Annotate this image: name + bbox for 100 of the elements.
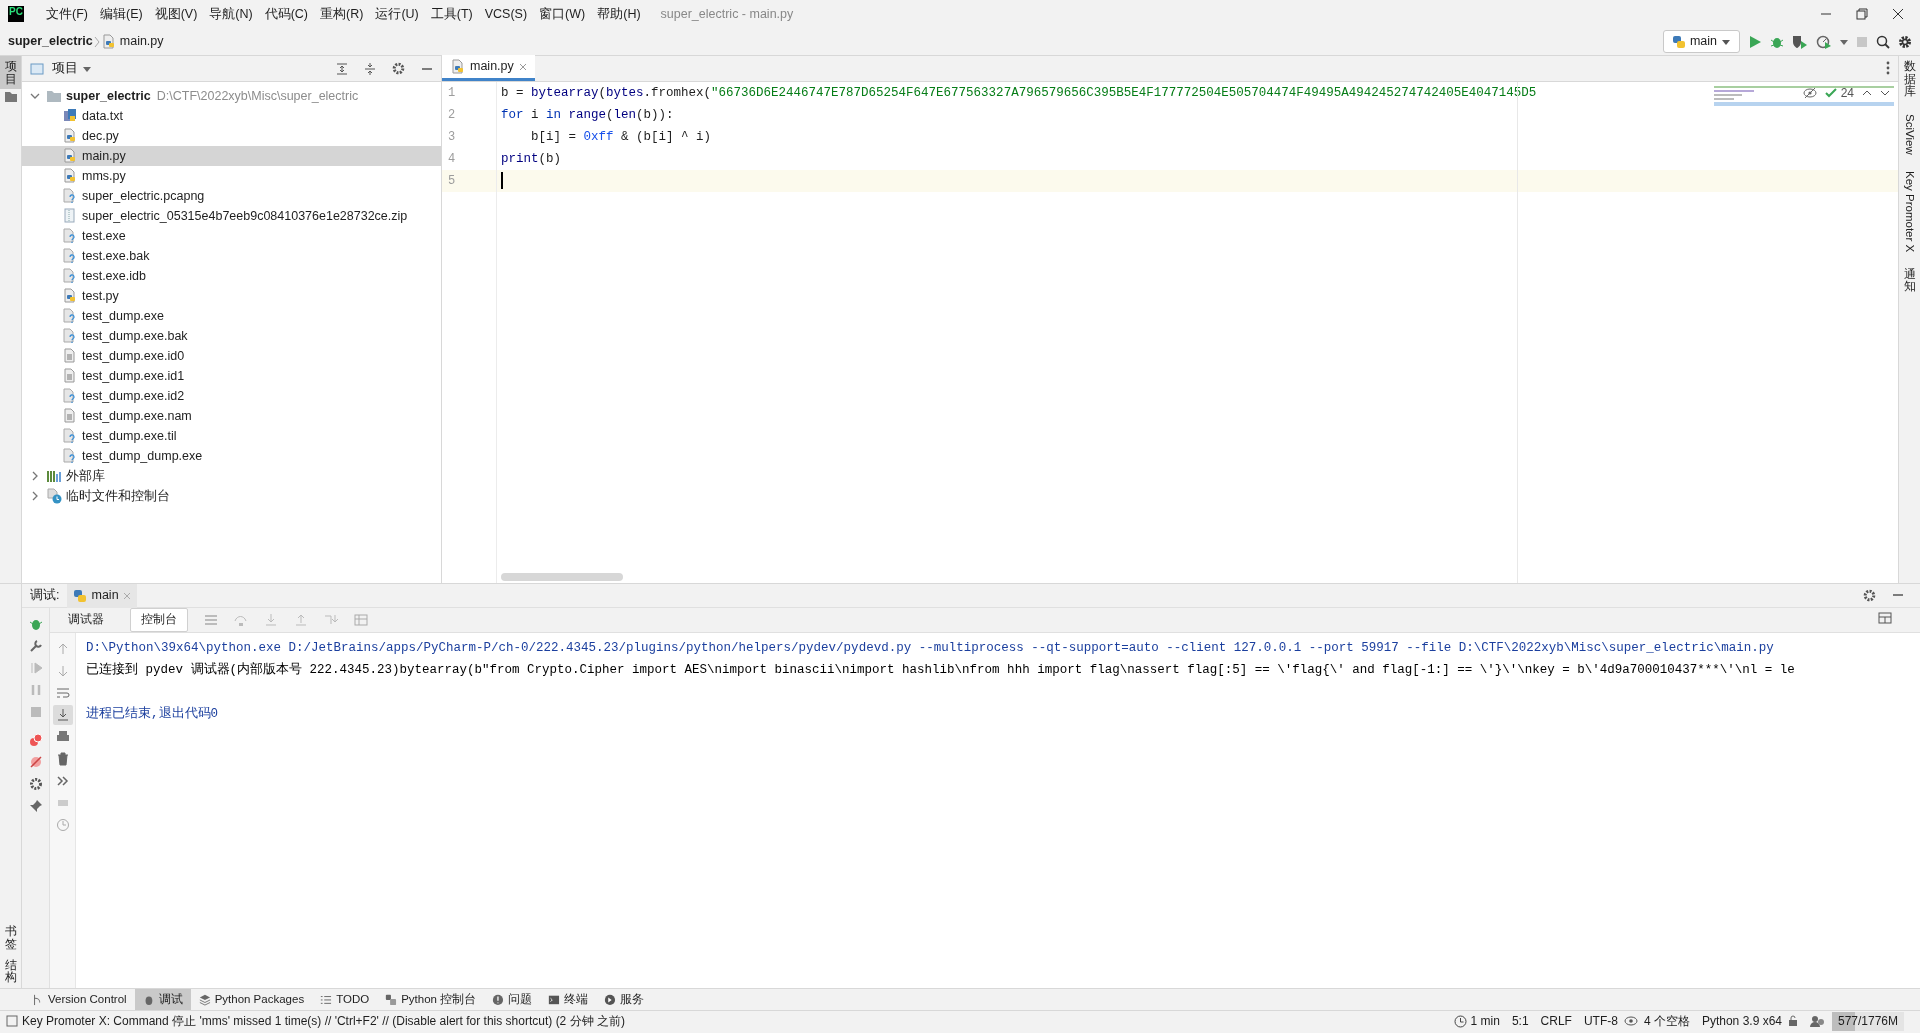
debugger-tab[interactable]: 调试器: [58, 609, 114, 631]
fast-forward-icon[interactable]: [55, 774, 70, 788]
tree-item[interactable]: test_dump.exe: [22, 306, 441, 326]
tree-item[interactable]: test_dump.exe.bak: [22, 326, 441, 346]
restore-icon[interactable]: [1856, 8, 1868, 20]
tree-item[interactable]: test.exe: [22, 226, 441, 246]
status-item[interactable]: 4 个空格: [1637, 1012, 1696, 1030]
project-view-dropdown[interactable]: 项目: [52, 59, 92, 78]
tool-window-tab[interactable]: 书签: [0, 921, 21, 955]
scrollbar-thumb[interactable]: [501, 573, 623, 581]
status-item[interactable]: UTF-8: [1577, 1012, 1624, 1030]
status-item[interactable]: CRLF: [1534, 1012, 1578, 1030]
tool-window-tab[interactable]: 数据库: [1899, 56, 1920, 102]
status-item[interactable]: Python 3.9 x64: [1695, 1012, 1788, 1030]
editor-tab[interactable]: main.py: [442, 55, 535, 81]
status-item[interactable]: 5:1: [1505, 1012, 1535, 1030]
panel-icon[interactable]: [6, 1015, 18, 1027]
tree-item[interactable]: main.py: [22, 146, 441, 166]
print-icon[interactable]: [55, 730, 70, 744]
inspection-count[interactable]: 24: [1824, 84, 1854, 102]
tree-item[interactable]: test.exe.idb: [22, 266, 441, 286]
tree-item[interactable]: test_dump.exe.til: [22, 426, 441, 446]
close-icon[interactable]: [1892, 8, 1904, 20]
menu-item[interactable]: 编辑(E): [93, 4, 149, 24]
coverage-icon[interactable]: [1792, 34, 1808, 49]
bug-icon[interactable]: [28, 617, 43, 631]
tool-tab[interactable]: Version Control: [24, 989, 135, 1010]
tree-item[interactable]: test.exe.bak: [22, 246, 441, 266]
up-icon[interactable]: [1862, 88, 1872, 98]
scroll-to-end-icon[interactable]: [55, 708, 70, 722]
expand-all-icon[interactable]: [336, 62, 348, 75]
tree-item[interactable]: super_electric_05315e4b7eeb9c08410376e1e28732ce.zip: [22, 206, 441, 226]
more-icon[interactable]: [1886, 61, 1890, 75]
tool-tab[interactable]: 问题: [484, 989, 541, 1010]
tool-tab[interactable]: Python 控制台: [377, 989, 485, 1010]
tree-item[interactable]: super_electric.pcapng: [22, 186, 441, 206]
tool-window-tab[interactable]: Key Promoter X: [1899, 166, 1920, 256]
collapse-all-icon[interactable]: [364, 62, 376, 75]
eye-icon[interactable]: [1623, 1016, 1638, 1026]
tool-window-tab[interactable]: SciView: [1899, 109, 1920, 159]
python-file-icon: [450, 59, 465, 74]
tool-tab[interactable]: Python Packages: [190, 989, 313, 1010]
layout-icon[interactable]: [1878, 612, 1892, 624]
tree-item[interactable]: test_dump_dump.exe: [22, 446, 441, 466]
settings-icon[interactable]: [1898, 34, 1912, 49]
tree-item[interactable]: test_dump.exe.id0: [22, 346, 441, 366]
tree-item[interactable]: test_dump.exe.id1: [22, 366, 441, 386]
memory-indicator[interactable]: 577/1776M: [1832, 1011, 1904, 1031]
settings-icon[interactable]: [28, 777, 43, 791]
breadcrumb-item[interactable]: super_electric: [8, 32, 93, 51]
profiler-icon[interactable]: [1816, 34, 1832, 49]
menu-item[interactable]: 运行(U): [369, 4, 425, 24]
run-config-dropdown[interactable]: main: [1662, 30, 1740, 53]
tree-item[interactable]: data.txt: [22, 106, 441, 126]
wrench-icon[interactable]: [28, 639, 43, 653]
menu-item[interactable]: 视图(V): [148, 4, 204, 24]
search-icon[interactable]: [1876, 34, 1890, 49]
clock-icon: [1453, 1014, 1467, 1028]
tree-item[interactable]: test_dump.exe.id2: [22, 386, 441, 406]
time-indicator[interactable]: 1 min: [1447, 1012, 1506, 1030]
mute-breakpoints-icon[interactable]: [28, 755, 43, 769]
caret-icon[interactable]: [1840, 37, 1848, 46]
folder-icon: [46, 88, 62, 104]
menu-item[interactable]: 帮助(H): [591, 4, 647, 24]
menu-item[interactable]: 导航(N): [203, 4, 259, 24]
tool-window-tab[interactable]: 通知: [1899, 263, 1920, 298]
settings-icon[interactable]: [1863, 589, 1876, 602]
tree-item[interactable]: mms.py: [22, 166, 441, 186]
soft-wrap-icon[interactable]: [55, 686, 70, 700]
pin-icon[interactable]: [28, 799, 43, 813]
run-icon[interactable]: [1748, 34, 1762, 49]
people-icon[interactable]: [1810, 1015, 1826, 1027]
down-icon[interactable]: [1880, 88, 1890, 98]
tool-tab[interactable]: 调试: [134, 989, 191, 1010]
tree-item[interactable]: 外部库: [22, 466, 441, 486]
tool-window-tab[interactable]: 项目: [0, 56, 21, 90]
debugger-tab[interactable]: 控制台: [130, 608, 188, 632]
tree-item[interactable]: 临时文件和控制台: [22, 486, 441, 506]
menu-item[interactable]: 窗口(W): [533, 4, 592, 24]
trash-icon[interactable]: [55, 752, 70, 766]
tree-item[interactable]: super_electric D:\CTF\2022xyb\Misc\super_electric: [22, 86, 441, 106]
breakpoints-icon[interactable]: [28, 733, 43, 747]
tool-tab[interactable]: TODO: [312, 989, 378, 1010]
session-tab[interactable]: main: [67, 583, 137, 608]
tree-item[interactable]: dec.py: [22, 126, 441, 146]
tool-tab[interactable]: 终端: [540, 989, 597, 1010]
line-number: 2: [447, 107, 457, 124]
menu-item[interactable]: 代码(C): [258, 4, 315, 24]
menu-item[interactable]: 文件(F): [40, 4, 94, 24]
lock-icon[interactable]: [1788, 1015, 1798, 1027]
settings-icon[interactable]: [392, 62, 405, 75]
tree-item[interactable]: test.py: [22, 286, 441, 306]
tool-window-tab[interactable]: 结构: [0, 954, 21, 988]
tree-item[interactable]: test_dump.exe.nam: [22, 406, 441, 426]
menu-item[interactable]: 重构(R): [314, 4, 370, 24]
console-line: 进程已结束,退出代码0: [86, 705, 219, 723]
tool-tab[interactable]: 服务: [596, 989, 653, 1010]
menu-item[interactable]: 工具(T): [424, 4, 479, 24]
menu-item[interactable]: VCS(S): [478, 4, 534, 24]
breadcrumb-item[interactable]: main.py: [119, 32, 164, 51]
